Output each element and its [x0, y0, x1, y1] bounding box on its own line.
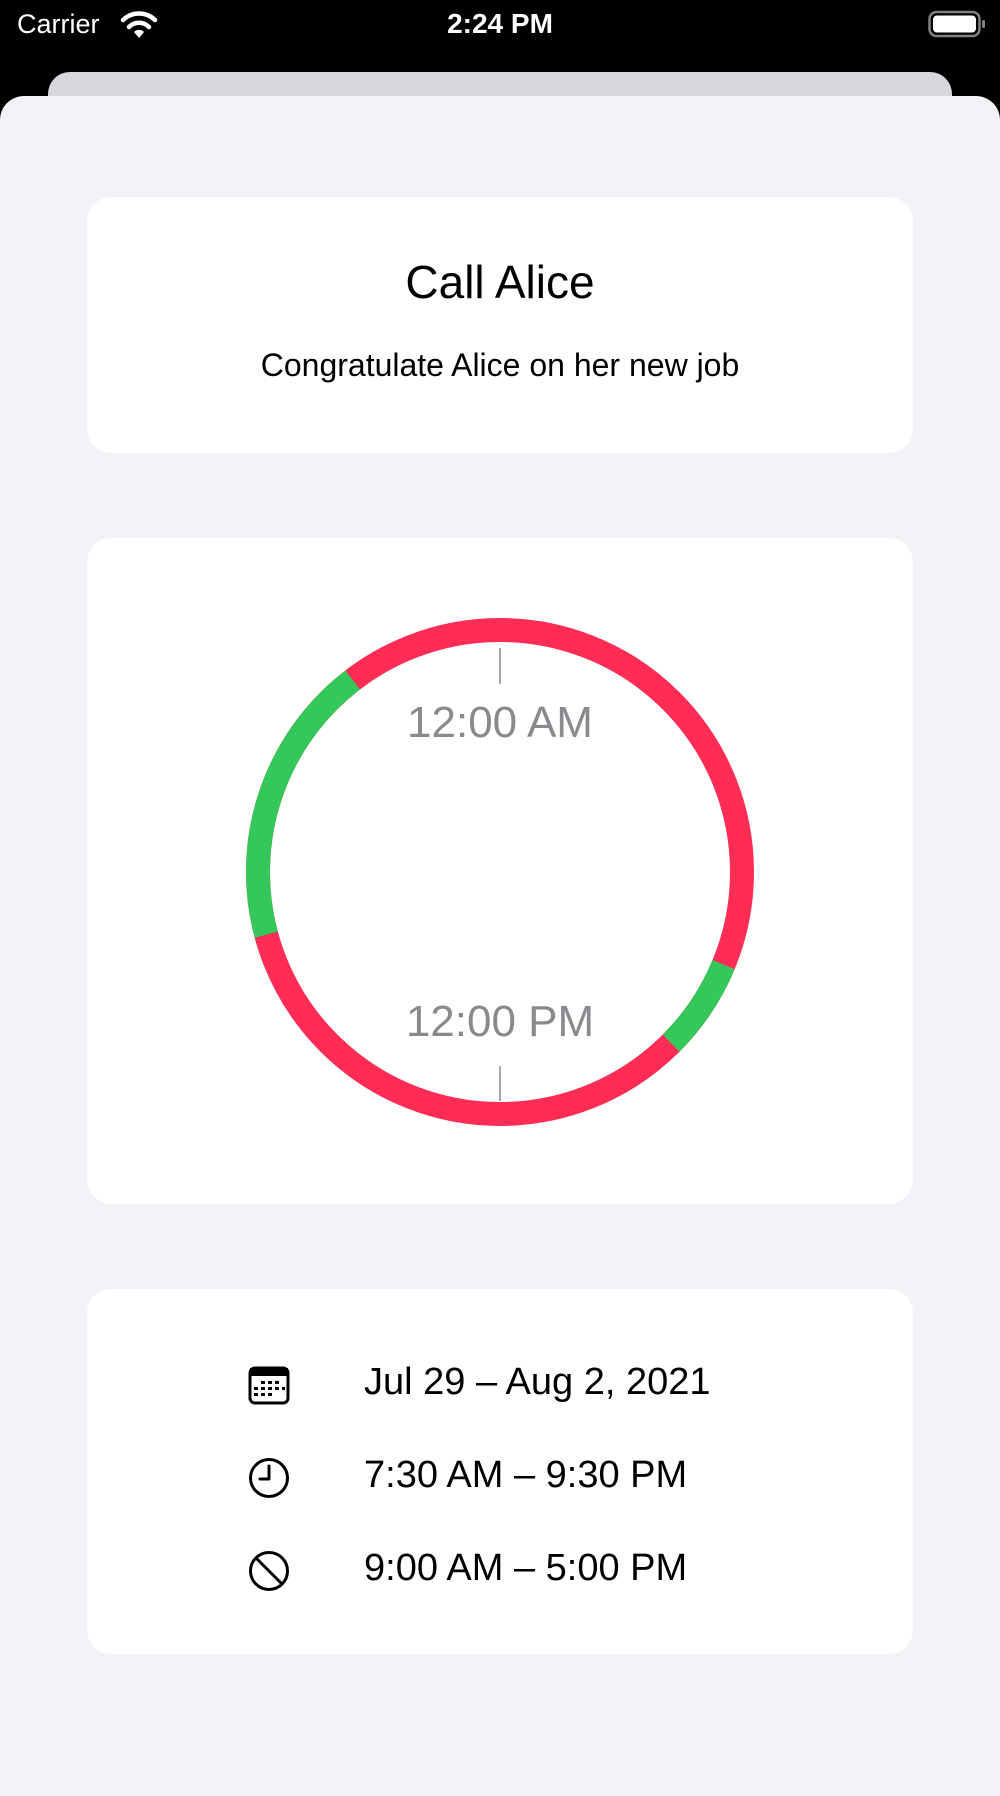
blocked-window-text: 9:00 AM – 5:00 PM: [364, 1547, 688, 1589]
noon-label: 12:00 PM: [406, 997, 594, 1046]
time-ring-card: 12:00 AM 12:00 PM: [87, 538, 913, 1204]
blocked-window-row: 9:00 AM – 5:00 PM: [87, 1539, 913, 1599]
midnight-label: 12:00 AM: [407, 698, 593, 747]
date-range-row: Jul 29 – Aug 2, 2021: [87, 1353, 913, 1413]
clock-icon: [249, 1458, 289, 1498]
time-window-row: 7:30 AM – 9:30 PM: [87, 1446, 913, 1506]
time-ring: 12:00 AM 12:00 PM: [246, 618, 754, 1126]
task-card: Call Alice Congratulate Alice on her new…: [87, 197, 913, 453]
details-card: Jul 29 – Aug 2, 2021 7:30 AM – 9:30 PM 9…: [87, 1289, 913, 1654]
prohibited-icon: [249, 1551, 289, 1591]
status-time: 2:24 PM: [447, 8, 553, 39]
date-range-text: Jul 29 – Aug 2, 2021: [364, 1361, 711, 1403]
calendar-icon: [248, 1366, 290, 1405]
ring-segment-green-2: [662, 959, 735, 1052]
battery-icon: [928, 10, 985, 38]
time-window-text: 7:30 AM – 9:30 PM: [364, 1454, 688, 1496]
task-title: Call Alice: [405, 256, 595, 308]
status-bar: Carrier 2:24 PM: [0, 0, 1000, 52]
ring-segment-green-3: [246, 670, 361, 938]
task-subtitle: Congratulate Alice on her new job: [260, 347, 740, 383]
